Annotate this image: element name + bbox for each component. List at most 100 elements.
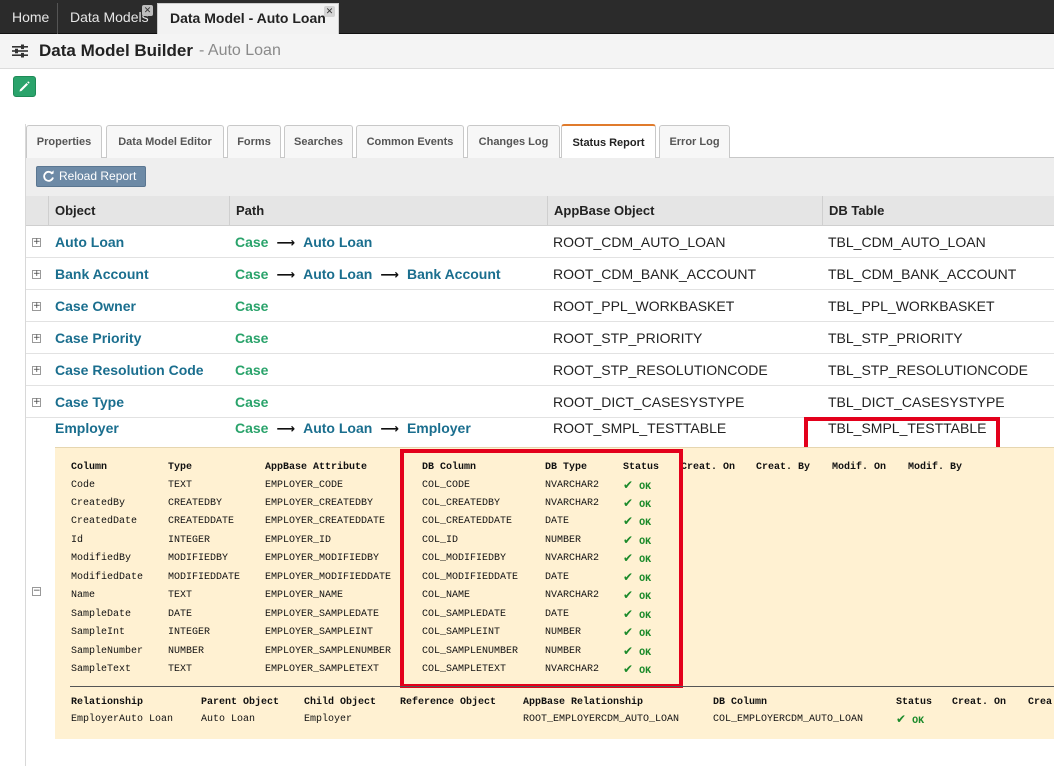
column-header-path[interactable]: Path (229, 196, 547, 226)
detail-cell: MODIFIEDDATE (168, 572, 241, 583)
detail-cell: EMPLOYER_SAMPLEINT (265, 627, 374, 638)
path-segment[interactable]: Case (235, 298, 268, 314)
detail-cell: SampleNumber (71, 646, 144, 657)
path-segment[interactable]: Employer (407, 420, 471, 436)
object-link[interactable]: Auto Loan (55, 226, 124, 258)
tab-data-model-editor[interactable]: Data Model Editor (106, 125, 224, 158)
detail-cell: EMPLOYER_CREATEDDATE (265, 516, 386, 527)
detail-cell: NUMBER (168, 646, 205, 657)
rel-cell: EmployerAuto Loan (71, 714, 174, 725)
arrow-right-icon: ⟶ (276, 268, 296, 283)
close-icon[interactable]: ✕ (142, 5, 153, 16)
expand-icon[interactable]: + (32, 398, 41, 407)
path-segment[interactable]: Case (235, 362, 268, 378)
rel-header-parent-object: Parent Object (201, 697, 280, 708)
table-row[interactable]: + Case Priority Case ROOT_STP_PRIORITY T… (26, 322, 1054, 354)
detail-cell: SampleInt (71, 627, 126, 638)
object-link[interactable]: Case Priority (55, 322, 141, 354)
table-row[interactable]: + Case Owner Case ROOT_PPL_WORKBASKET TB… (26, 290, 1054, 322)
arrow-right-icon: ⟶ (380, 268, 399, 283)
detail-cell: EMPLOYER_NAME (265, 590, 344, 601)
expand-icon[interactable]: + (32, 270, 41, 279)
db-table: TBL_DICT_CASESYSTYPE (828, 394, 1005, 410)
detail-cell: MODIFIEDBY (168, 553, 229, 564)
appbase-object: ROOT_CDM_BANK_ACCOUNT (553, 266, 757, 282)
detail-cell: SampleDate (71, 609, 132, 620)
tab-forms[interactable]: Forms (227, 125, 281, 158)
object-link[interactable]: Bank Account (55, 258, 149, 290)
table-row[interactable]: + Case Type Case ROOT_DICT_CASESYSTYPE T… (26, 386, 1054, 418)
detail-cell: EMPLOYER_SAMPLEDATE (265, 609, 380, 620)
rel-header-db-column: DB Column (713, 697, 768, 708)
refresh-icon (43, 170, 54, 182)
tab-error-log[interactable]: Error Log (659, 125, 730, 158)
table-row[interactable]: + Auto Loan Case ⟶ Auto Loan ROOT_CDM_AUTO… (26, 226, 1054, 258)
table-row[interactable]: + Case Resolution Code Case ROOT_STP_RES… (26, 354, 1054, 386)
object-link[interactable]: Case Owner (55, 290, 136, 322)
rel-header-child-object: Child Object (304, 697, 377, 708)
detail-cell: TEXT (168, 590, 193, 601)
tab-properties[interactable]: Properties (26, 125, 102, 158)
detail-header-creat-by: Creat. By (756, 462, 811, 473)
detail-cell: ModifiedDate (71, 572, 144, 583)
tab-changes-log[interactable]: Changes Log (467, 125, 560, 158)
detail-cell: DATE (168, 609, 193, 620)
tab-status-report[interactable]: Status Report (561, 124, 656, 159)
reload-report-button[interactable]: Reload Report (36, 166, 146, 187)
object-path: Case (235, 290, 268, 322)
path-segment[interactable]: Auto Loan (303, 234, 372, 250)
top-tab-bar: Home Data Models ✕ Data Model - Auto Loan… (0, 0, 1054, 34)
path-segment[interactable]: Case (235, 266, 268, 282)
detail-header-creat-on: Creat. On (681, 462, 736, 473)
object-path: Case ⟶ Auto Loan (235, 226, 372, 258)
path-segment[interactable]: Case (235, 234, 268, 250)
checkmark-icon: ✔ (896, 712, 907, 726)
page-subtitle: - Auto Loan (199, 42, 281, 59)
expand-icon[interactable]: + (32, 366, 41, 375)
object-link[interactable]: Case Type (55, 386, 124, 418)
tab-active-label: Data Model - Auto Loan (170, 10, 326, 26)
detail-cell: CREATEDBY (168, 498, 223, 509)
path-segment[interactable]: Auto Loan (303, 420, 372, 436)
db-table: TBL_CDM_BANK_ACCOUNT (828, 266, 1017, 282)
expand-icon[interactable]: + (32, 238, 41, 247)
path-segment[interactable]: Auto Loan (303, 266, 372, 282)
object-path: Case (235, 354, 268, 386)
arrow-right-icon: ⟶ (276, 422, 296, 437)
reload-report-label: Reload Report (59, 169, 137, 183)
column-header-object[interactable]: Object (48, 196, 229, 226)
column-header-appbase-object[interactable]: AppBase Object (547, 196, 822, 226)
expand-icon[interactable]: + (32, 302, 41, 311)
appbase-object: ROOT_PPL_WORKBASKET (553, 298, 735, 314)
close-icon[interactable]: ✕ (324, 6, 335, 17)
path-segment[interactable]: Case (235, 330, 268, 346)
rel-cell: COL_EMPLOYERCDM_AUTO_LOAN (713, 714, 864, 725)
table-row[interactable]: + Bank Account Case ⟶ Auto Loan ⟶ Bank Accou… (26, 258, 1054, 290)
db-table: TBL_CDM_AUTO_LOAN (828, 234, 986, 250)
path-segment[interactable]: Bank Account (407, 266, 501, 282)
tab-home[interactable]: Home (0, 3, 57, 34)
collapse-icon[interactable]: − (32, 587, 41, 596)
tab-common-events[interactable]: Common Events (356, 125, 464, 158)
sliders-icon[interactable] (12, 44, 28, 61)
column-header-db-table[interactable]: DB Table (822, 196, 1054, 226)
detail-header-modif-by: Modif. By (908, 462, 963, 473)
path-segment[interactable]: Case (235, 394, 268, 410)
expand-icon[interactable]: + (32, 334, 41, 343)
tab-data-model-auto-loan[interactable]: Data Model - Auto Loan ✕ (157, 3, 339, 34)
object-link[interactable]: Case Resolution Code (55, 354, 204, 386)
tab-data-models[interactable]: Data Models ✕ (57, 3, 155, 34)
detail-cell: INTEGER (168, 535, 211, 546)
rel-header-reference-object: Reference Object (400, 697, 497, 708)
detail-header-appbase-attribute: AppBase Attribute (265, 462, 368, 473)
appbase-object: ROOT_STP_PRIORITY (553, 330, 703, 346)
status-text: OK (912, 716, 925, 727)
tab-searches[interactable]: Searches (284, 125, 353, 158)
path-segment[interactable]: Case (235, 420, 268, 436)
arrow-right-icon: ⟶ (380, 422, 399, 437)
object-link[interactable]: Employer (55, 418, 119, 444)
edit-button[interactable] (13, 76, 36, 97)
detail-cell: Id (71, 535, 84, 546)
object-path: Case (235, 322, 268, 354)
detail-cell: SampleText (71, 664, 132, 675)
